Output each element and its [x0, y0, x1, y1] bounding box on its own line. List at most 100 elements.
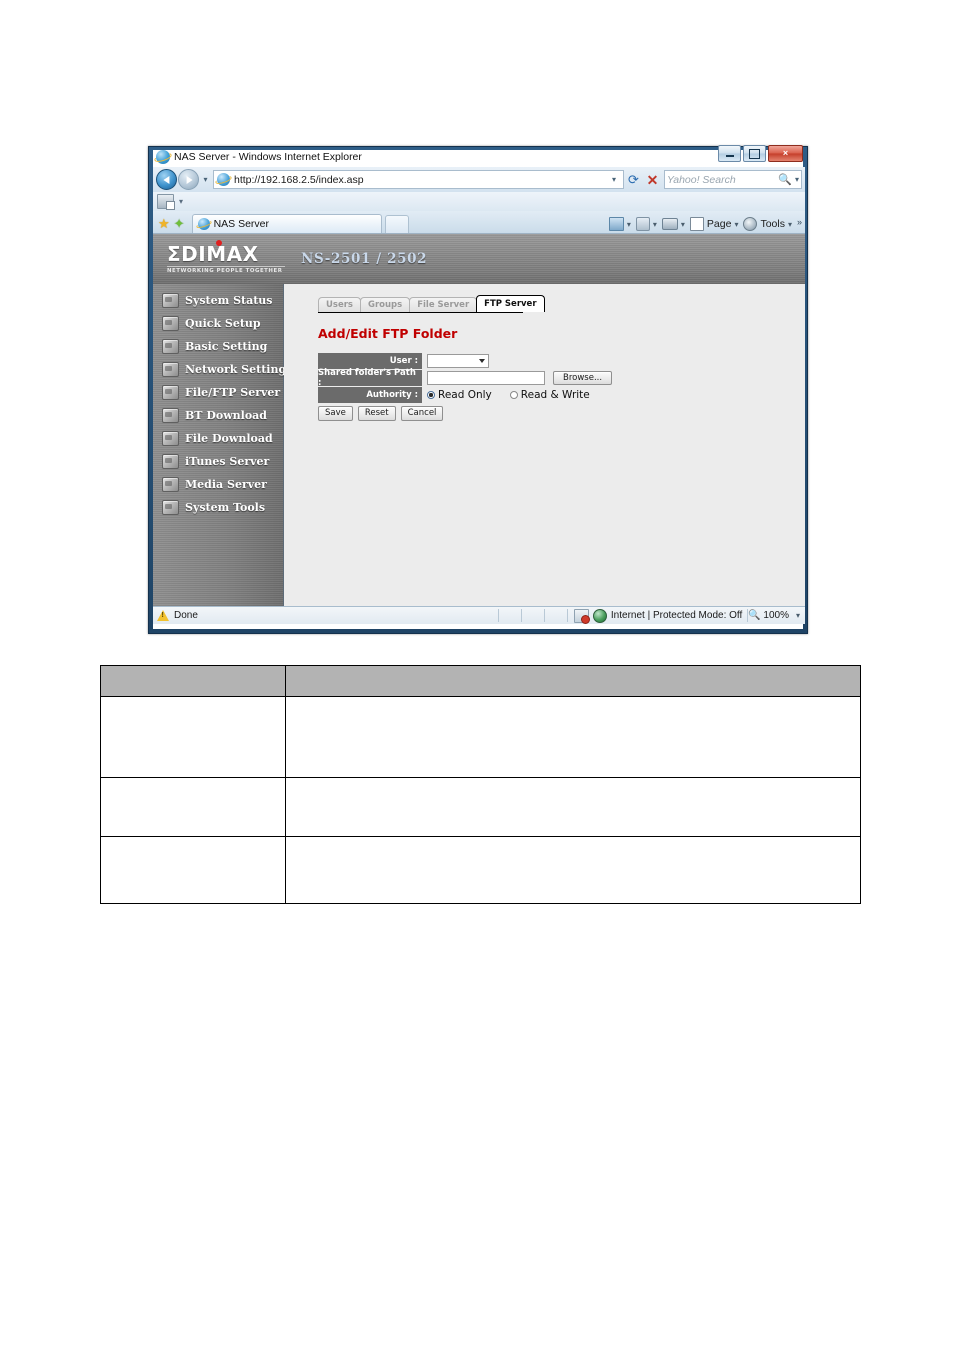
address-chevron-down-icon[interactable]: ▾: [607, 175, 621, 184]
sidebar-item-file-ftp-server[interactable]: File/FTP Server: [153, 381, 283, 404]
radio-button-icon[interactable]: [427, 391, 435, 399]
browse-button[interactable]: Browse...: [553, 370, 613, 386]
table-cell-description: [285, 836, 861, 904]
shared-path-label: Shared folder's Path :: [318, 368, 422, 388]
print-chevron-down-icon[interactable]: ▾: [681, 220, 685, 229]
star-plus-icon[interactable]: ✦: [174, 217, 185, 230]
tools-menu-label: Tools: [760, 218, 785, 230]
page-title: Add/Edit FTP Folder: [318, 326, 458, 341]
shared-path-input[interactable]: [427, 371, 545, 385]
home-icon[interactable]: [608, 217, 624, 231]
stop-icon[interactable]: ✕: [643, 170, 662, 189]
search-input[interactable]: Yahoo! Search: [667, 174, 778, 186]
sidebar-item-bt-download[interactable]: BT Download: [153, 404, 283, 427]
minimize-button[interactable]: [718, 145, 741, 162]
command-toolbar: ▾: [153, 192, 805, 211]
tools-menu-button[interactable]: Tools: [743, 217, 785, 231]
reset-button[interactable]: Reset: [357, 406, 396, 421]
address-bar[interactable]: http://192.168.2.5/index.asp ▾: [213, 170, 624, 189]
sidebar-item-quick-setup[interactable]: Quick Setup: [153, 312, 283, 335]
radio-read-only-label: Read Only: [438, 389, 492, 401]
new-tab-button[interactable]: [384, 215, 409, 233]
security-zone[interactable]: Internet | Protected Mode: Off: [568, 608, 747, 624]
close-button[interactable]: ×: [768, 145, 803, 162]
ftp-folder-form: User : Shared folder's Path : Browse... …: [318, 353, 805, 421]
tab-file-server[interactable]: File Server: [409, 297, 478, 312]
media-server-icon: [162, 477, 179, 492]
page-chevron-down-icon[interactable]: ▾: [734, 220, 738, 229]
table-cell-description: [285, 696, 861, 778]
browser-window: NAS Server - Windows Internet Explorer ×…: [148, 145, 808, 634]
browser-window-inner: NAS Server - Windows Internet Explorer ×…: [153, 145, 805, 629]
sidebar-item-network-setting[interactable]: Network Setting: [153, 358, 287, 381]
sidebar-item-system-status[interactable]: System Status: [153, 289, 283, 312]
page-tools-icon[interactable]: [157, 194, 175, 210]
quick-setup-icon: [162, 316, 179, 331]
overflow-icon[interactable]: »: [797, 217, 802, 227]
back-arrow-icon[interactable]: [156, 169, 177, 190]
title-bar: NAS Server - Windows Internet Explorer ×: [153, 145, 805, 166]
sidebar-item-system-tools[interactable]: System Tools: [153, 496, 283, 519]
star-icon[interactable]: ★: [158, 217, 170, 230]
parameter-description-table: [100, 665, 861, 904]
radio-button-icon[interactable]: [509, 391, 518, 399]
print-icon[interactable]: [661, 218, 678, 230]
tab-users[interactable]: Users: [318, 297, 361, 312]
address-input[interactable]: http://192.168.2.5/index.asp: [234, 174, 607, 186]
zoom-control[interactable]: 🔍 100% ▾: [748, 610, 805, 621]
edimax-wordmark: ΣDIMAX: [167, 242, 259, 266]
command-bar-right: ▾ ▾ ▾ Page ▾ Tools ▾ »: [607, 217, 805, 233]
authority-label: Authority :: [318, 387, 422, 403]
sidebar-item-label: System Tools: [185, 501, 266, 514]
magnifier-icon[interactable]: 🔍: [778, 173, 792, 186]
sidebar-item-media-server[interactable]: Media Server: [153, 473, 283, 496]
user-label: User :: [318, 353, 422, 369]
tab-bar: ★ ✦ NAS Server ▾ ▾ ▾ Page ▾ Tools ▾ »: [153, 211, 805, 233]
zoom-chevron-down-icon[interactable]: ▾: [796, 611, 800, 620]
nas-main-content: Users Groups File Server FTP Server Add/…: [284, 284, 805, 607]
status-bar: Done Internet | Protected Mode: Off 🔍 1: [153, 606, 805, 624]
sidebar-item-label: Basic Setting: [185, 340, 268, 353]
user-select[interactable]: [427, 354, 489, 368]
page-favicon-icon: [217, 173, 230, 186]
search-provider-chevron-down-icon[interactable]: ▾: [795, 175, 799, 184]
maximize-button[interactable]: [743, 145, 766, 162]
magnifier-icon: 🔍: [747, 610, 761, 621]
radio-read-only[interactable]: Read Only: [427, 389, 492, 401]
search-box[interactable]: Yahoo! Search 🔍 ▾: [664, 170, 802, 189]
nas-sidebar: System Status Quick Setup Basic Setting …: [153, 284, 287, 607]
tools-chevron-down-icon[interactable]: ▾: [788, 220, 792, 229]
browser-tab-nas-server[interactable]: NAS Server: [191, 214, 382, 233]
sidebar-item-file-download[interactable]: File Download: [153, 427, 283, 450]
file-download-icon: [162, 431, 179, 446]
save-button[interactable]: Save: [318, 406, 353, 421]
feeds-icon[interactable]: [635, 217, 650, 231]
nas-header-banner: ΣDIMAX NETWORKING PEOPLE TOGETHER NS-250…: [153, 234, 805, 284]
authority-radio-group: Read Only Read & Write: [427, 389, 590, 401]
sidebar-item-basic-setting[interactable]: Basic Setting: [153, 335, 283, 358]
window-controls: ×: [718, 145, 803, 162]
cancel-button[interactable]: Cancel: [400, 406, 444, 421]
status-text: Done: [174, 610, 198, 621]
forward-arrow-icon[interactable]: [178, 169, 199, 190]
sidebar-item-label: iTunes Server: [185, 455, 270, 468]
page-menu-button[interactable]: Page: [689, 217, 731, 231]
user-value-cell: [422, 353, 489, 369]
toolbar-chevron-down-icon[interactable]: ▾: [179, 197, 183, 206]
table-row: [100, 696, 861, 778]
feeds-chevron-down-icon[interactable]: ▾: [653, 220, 657, 229]
nas-tab-strip: Users Groups File Server FTP Server: [318, 295, 545, 313]
tab-groups[interactable]: Groups: [359, 297, 411, 312]
tab-ftp-server[interactable]: FTP Server: [476, 295, 545, 312]
table-row: [100, 777, 861, 837]
recent-pages-chevron-down-icon[interactable]: ▾: [200, 175, 211, 184]
home-chevron-down-icon[interactable]: ▾: [627, 220, 631, 229]
table-header-row: [100, 665, 861, 697]
sidebar-item-itunes-server[interactable]: iTunes Server: [153, 450, 283, 473]
refresh-icon[interactable]: ⟳: [624, 170, 643, 189]
form-row-user: User :: [318, 353, 805, 369]
radio-read-write-label: Read & Write: [520, 389, 590, 401]
radio-read-write[interactable]: Read & Write: [509, 389, 590, 401]
table-cell-parameter: [100, 836, 286, 904]
sidebar-item-label: Network Setting: [185, 363, 287, 376]
